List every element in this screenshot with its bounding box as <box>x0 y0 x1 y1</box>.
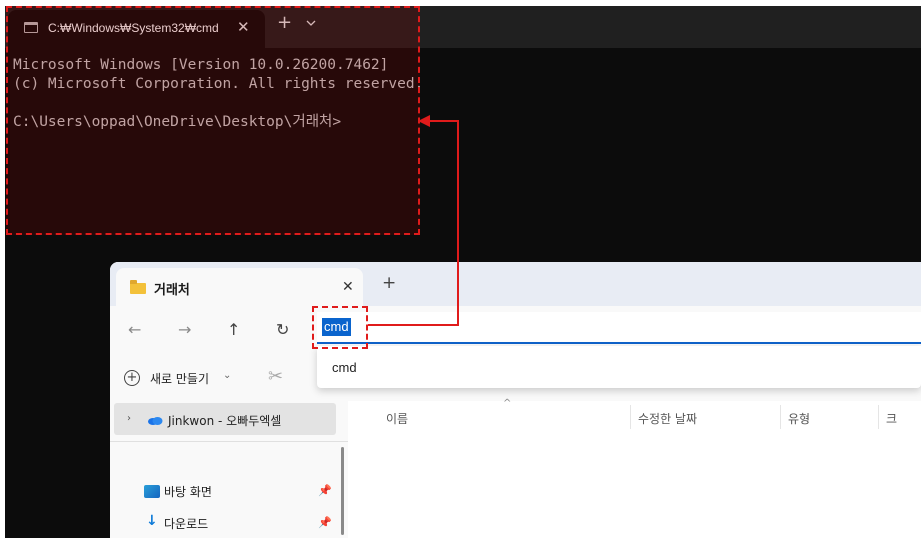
pin-icon[interactable]: 📌 <box>318 484 332 497</box>
sidebar-item-label: 다운로드 <box>164 517 209 531</box>
column-separator[interactable] <box>878 405 879 429</box>
forward-arrow-icon[interactable]: → <box>178 320 191 339</box>
column-header-date[interactable]: 수정한 날짜 <box>638 410 697 427</box>
pin-icon[interactable]: 📌 <box>318 516 332 529</box>
sidebar-scrollbar[interactable] <box>341 447 344 535</box>
plus-circle-icon[interactable]: + <box>124 370 140 386</box>
column-header-type[interactable]: 유형 <box>788 410 810 427</box>
explorer-tab[interactable]: 거래처 ✕ <box>116 268 363 306</box>
terminal-highlight-box <box>6 6 420 235</box>
sidebar-item-downloads[interactable]: ↓ 다운로드 📌 <box>140 513 332 535</box>
refresh-icon[interactable]: ↻ <box>276 320 289 339</box>
suggestion-item[interactable]: cmd <box>332 360 357 375</box>
sidebar-item-label: Jinkwon - 오빠두엑셀 <box>168 414 282 428</box>
cut-icon[interactable]: ✂ <box>268 366 283 387</box>
file-list-pane: 이름 ^ 수정한 날짜 유형 크 <box>348 398 921 538</box>
sort-ascending-icon: ^ <box>503 398 512 409</box>
address-bar-input[interactable]: cmd <box>317 312 921 344</box>
address-suggestion-dropdown: cmd <box>317 346 921 388</box>
sidebar-item-onedrive[interactable]: › Jinkwon - 오빠두엑셀 <box>114 403 336 435</box>
download-icon: ↓ <box>146 513 158 529</box>
explorer-title-bar: 거래처 ✕ + <box>110 262 921 306</box>
explorer-nav-pane: › Jinkwon - 오빠두엑셀 바탕 화면 📌 ↓ 다운로드 📌 <box>110 401 348 538</box>
sidebar-item-label: 바탕 화면 <box>164 485 212 499</box>
sidebar-item-desktop[interactable]: 바탕 화면 📌 <box>140 481 332 503</box>
chevron-right-icon[interactable]: › <box>127 413 131 424</box>
onedrive-cloud-icon <box>148 417 163 425</box>
column-header-size[interactable]: 크 <box>886 410 897 427</box>
close-tab-icon[interactable]: ✕ <box>342 279 354 295</box>
address-highlight-box <box>312 306 368 349</box>
explorer-tab-title: 거래처 <box>154 283 190 298</box>
chevron-down-icon[interactable]: ⌄ <box>223 370 231 381</box>
column-header-name[interactable]: 이름 <box>386 410 408 427</box>
desktop-icon <box>144 485 160 498</box>
folder-icon <box>130 280 146 294</box>
up-arrow-icon[interactable]: ↑ <box>227 320 240 339</box>
back-arrow-icon[interactable]: ← <box>128 320 141 339</box>
sidebar-divider <box>110 441 348 442</box>
column-separator[interactable] <box>630 405 631 429</box>
new-button-label[interactable]: 새로 만들기 <box>150 370 209 387</box>
new-tab-button[interactable]: + <box>382 273 396 293</box>
file-explorer-window: 거래처 ✕ + ← → ↑ ↻ cmd + 새로 만들기 ⌄ ✂ › Jinkw… <box>110 262 921 538</box>
column-separator[interactable] <box>780 405 781 429</box>
